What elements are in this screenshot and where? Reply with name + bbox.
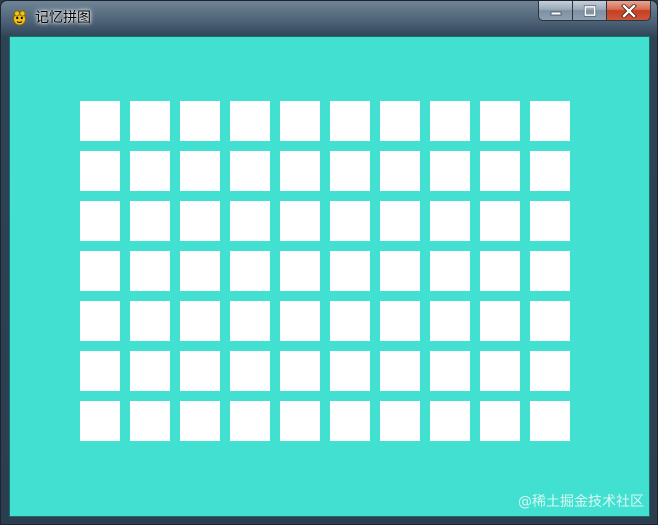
minimize-icon <box>550 11 561 15</box>
memory-card[interactable] <box>130 151 170 191</box>
memory-card[interactable] <box>430 101 470 141</box>
memory-card[interactable] <box>230 351 270 391</box>
memory-card[interactable] <box>80 201 120 241</box>
memory-card[interactable] <box>530 251 570 291</box>
window-title: 记忆拼图 <box>35 10 91 26</box>
memory-card[interactable] <box>180 201 220 241</box>
memory-card[interactable] <box>230 201 270 241</box>
minimize-button[interactable] <box>538 1 572 21</box>
maximize-icon <box>583 5 596 16</box>
memory-card[interactable] <box>480 151 520 191</box>
memory-card[interactable] <box>80 101 120 141</box>
memory-card[interactable] <box>430 251 470 291</box>
memory-card[interactable] <box>180 401 220 441</box>
memory-card[interactable] <box>530 201 570 241</box>
memory-card[interactable] <box>480 101 520 141</box>
memory-card[interactable] <box>280 351 320 391</box>
memory-card[interactable] <box>80 151 120 191</box>
memory-card[interactable] <box>480 251 520 291</box>
memory-card[interactable] <box>430 201 470 241</box>
memory-card[interactable] <box>230 251 270 291</box>
memory-card[interactable] <box>130 401 170 441</box>
memory-card[interactable] <box>480 401 520 441</box>
memory-card[interactable] <box>380 151 420 191</box>
window-controls <box>538 1 651 22</box>
memory-card[interactable] <box>230 301 270 341</box>
memory-card[interactable] <box>380 201 420 241</box>
memory-card[interactable] <box>280 251 320 291</box>
memory-card[interactable] <box>280 151 320 191</box>
memory-card[interactable] <box>280 101 320 141</box>
memory-card[interactable] <box>330 301 370 341</box>
memory-card[interactable] <box>480 351 520 391</box>
memory-card[interactable] <box>130 201 170 241</box>
memory-card[interactable] <box>180 301 220 341</box>
memory-card[interactable] <box>230 101 270 141</box>
memory-card[interactable] <box>280 401 320 441</box>
memory-card[interactable] <box>130 301 170 341</box>
memory-card[interactable] <box>330 201 370 241</box>
memory-card[interactable] <box>330 101 370 141</box>
pygame-snake-icon <box>13 10 26 26</box>
watermark-text: @稀土掘金技术社区 <box>518 494 644 510</box>
memory-card[interactable] <box>130 351 170 391</box>
memory-card[interactable] <box>330 251 370 291</box>
close-icon <box>620 3 637 18</box>
memory-card[interactable] <box>130 101 170 141</box>
memory-card[interactable] <box>530 401 570 441</box>
memory-card[interactable] <box>330 351 370 391</box>
memory-card[interactable] <box>330 401 370 441</box>
memory-card[interactable] <box>280 301 320 341</box>
memory-card[interactable] <box>130 251 170 291</box>
memory-card[interactable] <box>80 301 120 341</box>
memory-card[interactable] <box>330 151 370 191</box>
memory-card[interactable] <box>80 251 120 291</box>
memory-card[interactable] <box>480 201 520 241</box>
memory-card[interactable] <box>180 101 220 141</box>
title-bar[interactable]: 记忆拼图 <box>1 1 657 35</box>
memory-card[interactable] <box>230 151 270 191</box>
game-board: @稀土掘金技术社区 <box>9 36 650 517</box>
memory-card[interactable] <box>530 351 570 391</box>
memory-card[interactable] <box>430 301 470 341</box>
memory-card[interactable] <box>380 351 420 391</box>
memory-card[interactable] <box>380 301 420 341</box>
memory-card[interactable] <box>380 101 420 141</box>
memory-card[interactable] <box>180 251 220 291</box>
memory-card[interactable] <box>180 151 220 191</box>
memory-card[interactable] <box>80 401 120 441</box>
memory-card[interactable] <box>180 351 220 391</box>
memory-card[interactable] <box>80 351 120 391</box>
memory-card[interactable] <box>430 351 470 391</box>
memory-card[interactable] <box>430 151 470 191</box>
memory-card[interactable] <box>380 251 420 291</box>
maximize-button[interactable] <box>572 1 606 21</box>
memory-card[interactable] <box>530 301 570 341</box>
memory-card[interactable] <box>530 151 570 191</box>
memory-card[interactable] <box>430 401 470 441</box>
memory-card[interactable] <box>280 201 320 241</box>
close-button[interactable] <box>606 1 651 21</box>
memory-card[interactable] <box>230 401 270 441</box>
memory-card[interactable] <box>480 301 520 341</box>
memory-card[interactable] <box>530 101 570 141</box>
memory-card[interactable] <box>380 401 420 441</box>
app-window: 记忆拼图 @稀土掘金技术社区 <box>0 0 658 525</box>
